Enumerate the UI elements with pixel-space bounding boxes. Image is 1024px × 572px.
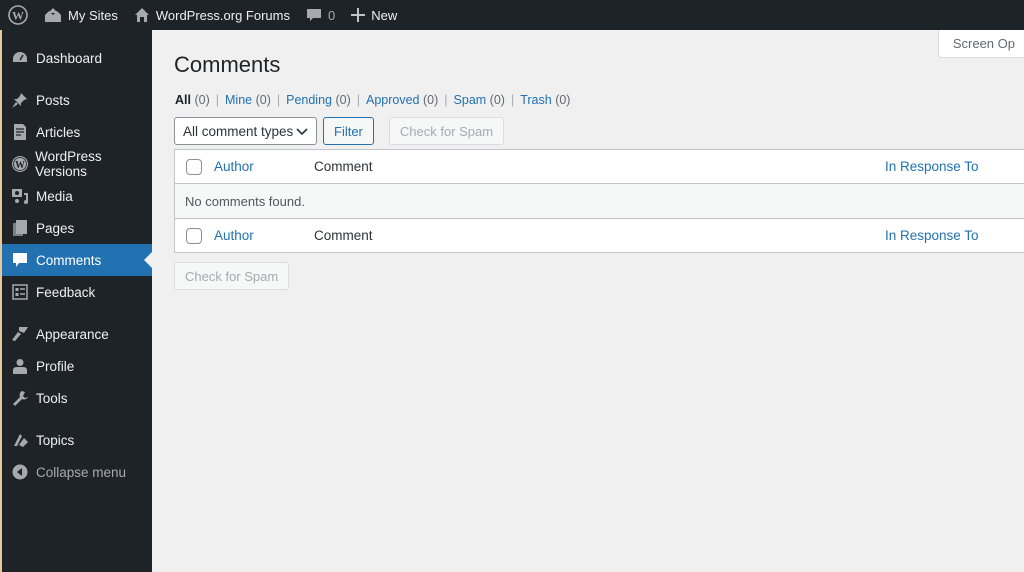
new-content-menu[interactable]: New [343,0,405,30]
sidebar-item-label: Posts [36,92,70,108]
topics-icon [10,430,30,450]
user-icon [10,356,30,376]
document-icon [10,122,30,142]
wordpress-logo-button[interactable]: W [0,0,36,30]
my-sites-icon [44,7,62,23]
sidebar-item-label: WordPress Versions [35,149,102,179]
filter-trash[interactable]: Trash (0) [520,93,570,107]
no-comments-message: No comments found. [185,193,305,209]
sidebar-item-label: Dashboard [36,50,103,66]
collapse-arrow-icon [10,462,30,482]
sidebar-item-articles[interactable]: Articles [2,116,152,148]
screen-options-button[interactable]: Screen Op [937,30,1024,58]
sidebar-item-profile[interactable]: Profile [2,350,152,382]
comments-count: 0 [327,7,336,23]
sidebar-item-wordpress-versions[interactable]: W WordPress Versions [2,148,152,180]
separator: | [215,93,219,107]
filter-mine[interactable]: Mine (0) [225,93,271,107]
filter-all[interactable]: All (0) [175,93,210,107]
column-in-response-to-footer[interactable]: In Response To [885,228,979,243]
sidebar-item-appearance[interactable]: Appearance [2,318,152,350]
comments-menu[interactable]: 0 [298,0,343,30]
separator: | [510,93,515,107]
brush-icon [10,324,30,344]
wrench-icon [10,388,30,408]
column-author[interactable]: Author [214,159,254,174]
check-for-spam-button[interactable]: Check for Spam [388,117,505,145]
separator: | [444,93,448,107]
sidebar-item-label: Tools [36,390,68,406]
sidebar-item-label: Feedback [36,284,96,300]
wordpress-logo-icon: W [8,5,28,25]
page-title: Comments [174,52,281,77]
select-all-checkbox[interactable] [186,158,202,175]
feedback-icon [10,282,30,302]
select-all-checkbox-footer[interactable] [186,227,202,244]
select-value: All comment types [183,123,294,139]
sidebar-item-media[interactable]: Media [2,180,152,212]
column-comment: Comment [314,159,373,174]
svg-text:W: W [12,9,24,23]
check-for-spam-button-bottom[interactable]: Check for Spam [174,262,290,290]
sidebar-item-topics[interactable]: Topics [2,424,152,456]
comment-type-select[interactable]: All comment types [174,117,317,145]
filter-button[interactable]: Filter [323,117,374,145]
dashboard-icon [10,48,30,68]
comment-icon [10,250,30,270]
sidebar-item-label: Topics [36,432,75,448]
sidebar-item-label: Articles [36,124,81,140]
column-author-footer[interactable]: Author [214,228,254,243]
new-label: New [371,7,398,23]
empty-row: No comments found. [175,184,1024,218]
tablenav-top: All comment types Filter Check for Spam [174,117,505,145]
table-footer: Author Comment In Response To [175,218,1024,252]
sidebar-item-label: Profile [36,358,75,374]
sidebar-item-label: Comments [36,252,102,268]
sidebar-item-posts[interactable]: Posts [2,84,152,116]
separator: | [276,93,281,107]
wordpress-icon: W [10,154,29,174]
plus-icon [351,8,366,22]
comments-table: Author Comment In Response To No comment… [174,149,1024,253]
site-name-menu[interactable]: WordPress.org Forums [126,0,298,30]
sidebar-item-dashboard[interactable]: Dashboard [2,42,152,74]
sidebar-item-comments[interactable]: Comments [2,244,152,276]
site-name-label: WordPress.org Forums [155,7,290,23]
tablenav-bottom: Check for Spam [174,262,290,290]
chevron-down-icon [296,124,308,139]
my-sites-menu[interactable]: My Sites [36,0,126,30]
svg-text:W: W [15,160,25,171]
column-comment-footer: Comment [314,228,373,243]
collapse-menu-label: Collapse menu [36,464,127,480]
pages-icon [10,218,30,238]
admin-sidebar: Dashboard Posts Articles W WordPress Ver… [0,30,152,572]
sidebar-item-label: Media [36,188,73,204]
comment-bubble-icon [306,7,322,23]
column-in-response-to[interactable]: In Response To [885,159,979,174]
collapse-menu-button[interactable]: Collapse menu [2,456,152,488]
sidebar-item-pages[interactable]: Pages [2,212,152,244]
pin-icon [10,90,30,110]
main-content: Screen Op Comments All (0) | Mine (0) | … [152,30,1024,572]
table-header: Author Comment In Response To [175,150,1024,184]
filter-pending[interactable]: Pending (0) [286,93,351,107]
sidebar-item-tools[interactable]: Tools [2,382,152,414]
home-icon [134,7,150,23]
sidebar-item-feedback[interactable]: Feedback [2,276,152,308]
filter-spam[interactable]: Spam (0) [454,93,505,107]
admin-bar: W My Sites WordPress.org Forums 0 New [0,0,1024,30]
sidebar-item-label: Pages [36,220,75,236]
comment-status-filters: All (0) | Mine (0) | Pending (0) | Appro… [175,93,570,107]
sidebar-item-label: Appearance [36,326,109,342]
my-sites-label: My Sites [68,7,118,23]
media-icon [10,186,30,206]
separator: | [356,93,360,107]
filter-approved[interactable]: Approved (0) [366,93,438,107]
